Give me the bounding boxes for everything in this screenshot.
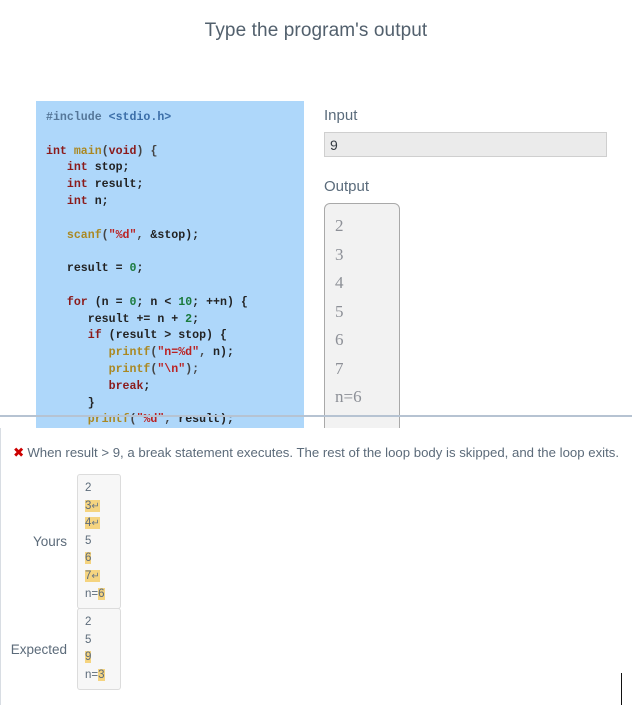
expected-label: Expected [10,641,67,657]
diff-highlight: 7↵ [85,569,100,582]
code-block: #include <stdio.h> int main(void) { int … [46,111,248,449]
diff-text: 5 [85,534,92,547]
diff-highlight: 6 [98,587,105,600]
diff-line: 4↵ [85,515,113,533]
diff-line: 7↵ [85,568,113,586]
feedback-message: ✖ When result > 9, a break statement exec… [13,444,632,462]
diff-line: n=6 [85,586,113,604]
diff-line: 2 [85,480,113,498]
crlf-icon: ↵ [91,570,100,582]
diff-line: 5 [85,533,113,551]
diff-line: 2 [85,614,113,632]
output-field[interactable]: 2 3 4 5 6 7 n=6 [324,203,400,440]
yours-output-box: 2 3↵ 4↵ 5 6 7↵ n=6 [77,474,121,610]
diff-line: 5 [85,632,113,650]
io-panel: Input Output 2 3 4 5 6 7 n=6 [324,106,608,440]
diff-text: n= [85,668,99,681]
feedback-message-text: When result > 9, a break statement execu… [27,445,620,460]
yours-label: Yours [32,534,67,550]
section-divider [0,415,632,417]
diff-text: 5 [85,633,92,646]
diff-text: 2 [85,482,92,494]
input-field[interactable] [324,132,607,157]
diff-line: n=3 [85,667,113,685]
expected-row: Expected 2 5 9 n=3 [1,608,141,691]
feedback-panel: ✖ When result > 9, a break statement exec… [0,428,632,705]
crlf-icon: ↵ [91,500,100,512]
output-label: Output [324,178,370,195]
input-label: Input [324,107,358,124]
question-area: #include <stdio.h> int main(void) { int … [0,46,632,449]
diff-highlight: 6 [85,552,92,565]
crlf-icon: ↵ [91,518,100,530]
diff-highlight: 3↵ [85,499,100,512]
diff-line: 3↵ [85,498,113,516]
diff-highlight: 4↵ [85,517,100,530]
expected-output-box: 2 5 9 n=3 [77,608,121,691]
edge-artifact [621,673,622,705]
diff-line: 9 [85,649,113,667]
diff-highlight: 3 [98,668,105,681]
diff-text: n= [85,587,99,600]
page-title: Type the program's output [204,20,428,41]
x-mark-icon: ✖ [13,445,25,461]
diff-text: 2 [85,616,92,628]
yours-row: Yours 2 3↵ 4↵ 5 6 7↵ n=6 [1,474,141,610]
diff-highlight: 9 [85,651,92,664]
code-panel: #include <stdio.h> int main(void) { int … [36,101,304,449]
diff-line: 6 [85,550,113,568]
